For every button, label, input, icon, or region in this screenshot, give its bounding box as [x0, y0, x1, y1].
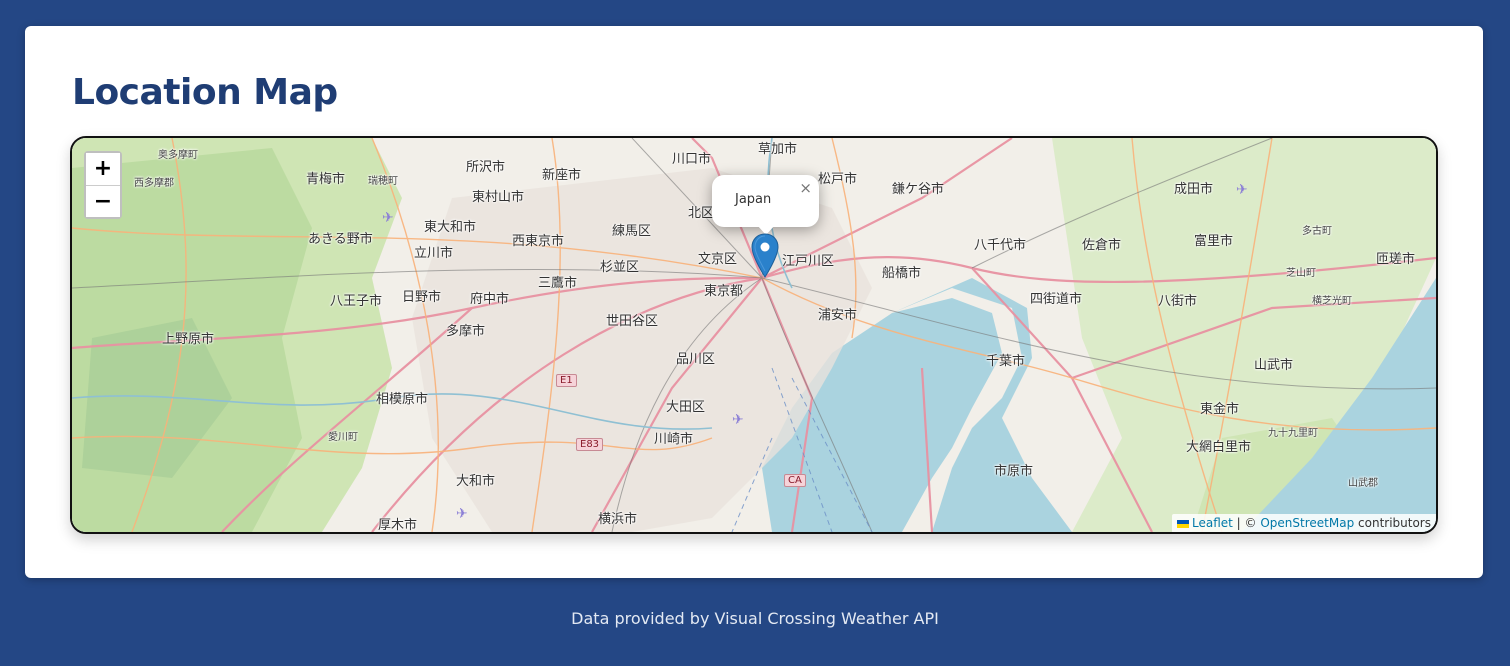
map-label: 府中市	[470, 292, 510, 307]
svg-text:✈: ✈	[456, 506, 468, 522]
map-label: 厚木市	[378, 518, 418, 533]
map-label: 上野原市	[162, 332, 215, 347]
map-label: 青梅市	[306, 172, 346, 187]
map-label: 四街道市	[1030, 292, 1083, 307]
map-label: 文京区	[698, 252, 738, 267]
road-shield: E83	[576, 438, 604, 451]
map-label: 東京都	[704, 284, 744, 299]
map-label: 大田区	[666, 400, 706, 415]
map-label: 瑞穂町	[368, 176, 398, 187]
footer-credit: Data provided by Visual Crossing Weather…	[571, 609, 939, 628]
map-label: 多古町	[1302, 226, 1332, 237]
map-label: 芝山町	[1286, 268, 1316, 279]
map-card: Location Map ✈ ✈ ✈ ✈ 奥多摩町 西多摩郡 青梅市 瑞穂町 所…	[25, 26, 1483, 578]
map-label: 千葉市	[986, 354, 1026, 369]
map-label: 八王子市	[330, 294, 383, 309]
map-label: 浦安市	[818, 308, 858, 323]
map-label: 練馬区	[612, 224, 652, 239]
map-label: 西東京市	[512, 234, 565, 249]
map-label: 江戸川区	[782, 254, 835, 269]
map-attribution: Leaflet | © OpenStreetMap contributors	[1172, 514, 1436, 532]
map-label: 山武郡	[1348, 478, 1378, 489]
svg-text:✈: ✈	[1236, 182, 1248, 198]
map-label: 鎌ケ谷市	[892, 182, 945, 197]
map-label: 立川市	[414, 246, 454, 261]
map-label: 八千代市	[974, 238, 1027, 253]
road-shield: CA	[784, 474, 806, 487]
svg-text:✈: ✈	[732, 412, 744, 428]
map-label: 三鷹市	[538, 276, 578, 291]
zoom-out-button[interactable]: −	[86, 185, 120, 217]
map-label: 九十九里町	[1268, 428, 1318, 439]
map-label: 新座市	[542, 168, 582, 183]
map-label: 山武市	[1254, 358, 1294, 373]
map-label: 所沢市	[466, 160, 506, 175]
popup-text: Japan	[735, 192, 772, 207]
map-label: 多摩市	[446, 324, 486, 339]
map-label: 東金市	[1200, 402, 1240, 417]
map-marker-icon[interactable]	[750, 233, 780, 279]
map-label: 西多摩郡	[134, 178, 174, 189]
svg-text:✈: ✈	[382, 210, 394, 226]
map-label: あきる野市	[308, 232, 373, 247]
map-label: 松戸市	[818, 172, 858, 187]
leaflet-link[interactable]: Leaflet	[1192, 516, 1233, 530]
map-label: 世田谷区	[606, 314, 659, 329]
map-label: 富里市	[1194, 234, 1234, 249]
page-title: Location Map	[72, 72, 338, 113]
map-label: 東大和市	[424, 220, 477, 235]
map-label: 川崎市	[654, 432, 694, 447]
map-label: 草加市	[758, 142, 798, 157]
map-label: 東村山市	[472, 190, 525, 205]
map-label: 佐倉市	[1082, 238, 1122, 253]
map-label: 船橋市	[882, 266, 922, 281]
map-label: 横浜市	[598, 512, 638, 527]
map-label: 愛川町	[328, 432, 358, 443]
map-label: 品川区	[676, 352, 716, 367]
location-map[interactable]: ✈ ✈ ✈ ✈ 奥多摩町 西多摩郡 青梅市 瑞穂町 所沢市 新座市 川口市 草加…	[70, 136, 1438, 534]
ukraine-flag-icon	[1177, 519, 1189, 528]
map-label: 匝瑳市	[1376, 252, 1416, 267]
zoom-control: + −	[84, 151, 122, 219]
map-label: 日野市	[402, 290, 442, 305]
map-label: 横芝光町	[1312, 296, 1352, 307]
openstreetmap-link[interactable]: OpenStreetMap	[1260, 516, 1354, 530]
map-label: 市原市	[994, 464, 1034, 479]
attribution-suffix: contributors	[1354, 516, 1431, 530]
map-label: 相模原市	[376, 392, 429, 407]
map-label: 大網白里市	[1186, 440, 1252, 455]
location-popup: Japan ×	[712, 175, 819, 235]
road-shield: E1	[556, 374, 577, 387]
attribution-separator: | ©	[1232, 516, 1261, 530]
popup-close-button[interactable]: ×	[799, 179, 812, 197]
map-label: 杉並区	[600, 260, 640, 275]
map-label: 北区	[688, 206, 715, 221]
zoom-in-button[interactable]: +	[86, 153, 120, 185]
map-label: 大和市	[456, 474, 496, 489]
map-label: 成田市	[1174, 182, 1214, 197]
map-label: 川口市	[672, 152, 712, 167]
map-label: 八街市	[1158, 294, 1198, 309]
map-label: 奥多摩町	[158, 150, 198, 161]
